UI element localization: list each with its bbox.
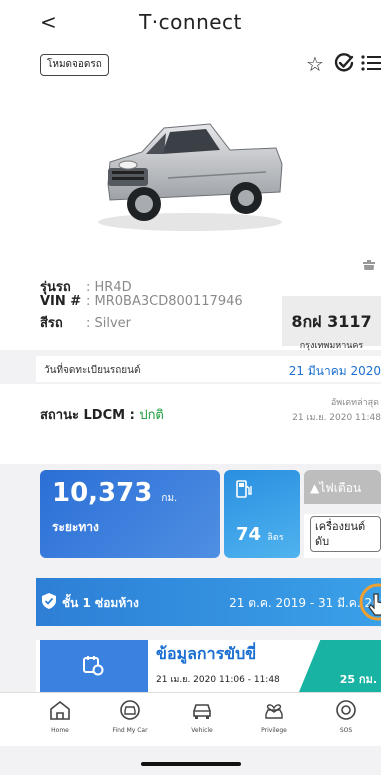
home-icon [50,700,70,720]
last-updated-label: อัพเดทล่าสุด [330,398,379,408]
distance-unit: กม. [161,493,178,504]
warranty-banner[interactable]: ชั้น 1 ซ่อมห้าง 21 ต.ค. 2019 - 31 มี.ค. … [36,578,381,626]
sos-icon [336,700,356,720]
distance-label: ระยะทาง [52,520,99,534]
app-logo: T·connect [139,10,242,34]
color-label: สีรถ [40,316,63,331]
tab-vehicle[interactable]: Vehicle [172,699,232,734]
vin-value: : MR0BA3CD800117946 [86,294,243,309]
engine-off-button[interactable]: เครื่องยนต์ดับ [310,516,381,552]
park-mode-button[interactable]: โหมดจอดรถ [40,54,109,76]
status-tiles: 10,373 กม. ระยะทาง 74 ลิตร ▲ไฟเตือน เครื… [36,470,381,560]
fuel-unit: ลิตร [267,533,284,543]
engine-off-panel: เครื่องยนต์ดับ [304,514,381,558]
plate-number: 8กฝ 3117 [291,312,372,331]
distance-value-row: 10,373 กม. [52,478,177,508]
registration-row: วันที่จดทะเบียนรถยนต์ 21 มีนาคม 2020 [36,356,381,382]
model-value: : HR4D [86,280,132,295]
check-circle-icon[interactable] [333,52,355,74]
shield-icon [42,593,56,609]
fuel-pump-icon [236,480,252,498]
tab-sos-label: SOS [339,727,353,734]
fuel-value: 74 [236,524,262,545]
tab-privilege[interactable]: Privilege [244,699,304,734]
tab-sos[interactable]: SOS [316,699,376,734]
star-icon[interactable]: ☆ [306,52,324,76]
trip-button[interactable] [40,640,148,692]
driving-data-title: ข้อมูลการขับขี่ [156,644,257,663]
driving-data-time: 21 เม.ย. 2020 11:06 - 11:48 [156,675,280,685]
top-bar: < T·connect [0,0,381,42]
license-plate: 8กฝ 3117 กรุงเทพมหานคร [282,296,381,351]
ldcm-status-value: ปกติ [139,408,164,423]
warranty-title: ชั้น 1 ซ่อมห้าง [62,596,139,610]
privilege-icon [265,704,283,719]
home-indicator [141,762,241,766]
tab-privilege-label: Privilege [261,727,287,734]
fuel-value-row: 74 ลิตร [236,524,284,545]
ldcm-label: สถานะ LDCM : [40,408,135,423]
color-row: สีรถ : Silver [40,312,131,333]
color-value: : Silver [86,316,132,331]
tab-find-my-car[interactable]: Find My Car [100,699,160,734]
vehicle-image [98,123,283,231]
driving-distance: 25 กม. [299,640,381,692]
ldcm-status: สถานะ LDCM : ปกติ [40,404,164,425]
fuel-tile[interactable]: 74 ลิตร [224,470,300,558]
registration-label: วันที่จดทะเบียนรถยนต์ [44,365,141,376]
tab-home-label: Home [51,727,69,734]
distance-tile[interactable]: 10,373 กม. ระยะทาง [40,470,220,558]
tab-find-my-car-label: Find My Car [112,727,148,734]
vin-row: VIN # : MR0BA3CD800117946 [40,294,243,309]
vehicle-icon [193,704,211,719]
bottom-tab-bar: Home Find My Car Vehicle Privilege SOS [0,692,381,746]
tap-hint-icon [359,583,381,621]
last-updated-time: 21 เม.ย. 2020 11:48 [292,413,381,423]
registration-date: 21 มีนาคม 2020 [288,364,381,378]
vehicle-info: รุ่นรถ: HR4D VIN #: MR0BA3CD800117946 สี… [0,270,381,351]
ldcm-status-card: สถานะ LDCM : ปกติ อัพเดทล่าสุด 21 เม.ย. … [0,384,381,464]
trip-history-icon [83,656,104,676]
tab-home[interactable]: Home [30,699,90,734]
tab-vehicle-label: Vehicle [191,727,213,734]
driving-data-card[interactable]: ข้อมูลการขับขี่ 21 เม.ย. 2020 11:06 - 11… [36,640,381,692]
plate-province: กรุงเทพมหานคร [299,341,364,351]
warning-lights-tile[interactable]: ▲ไฟเตือน [304,470,381,504]
list-icon[interactable] [360,54,381,72]
find-car-icon [120,700,140,720]
vehicle-detail-screen: < T·connect โหมดจอดรถ ☆ รุ่นรถ: HR4D VI… [0,0,381,775]
vehicle-hero: โหมดจอดรถ ☆ [0,42,381,278]
vin-label: VIN # [40,294,82,309]
distance-value: 10,373 [52,478,153,508]
